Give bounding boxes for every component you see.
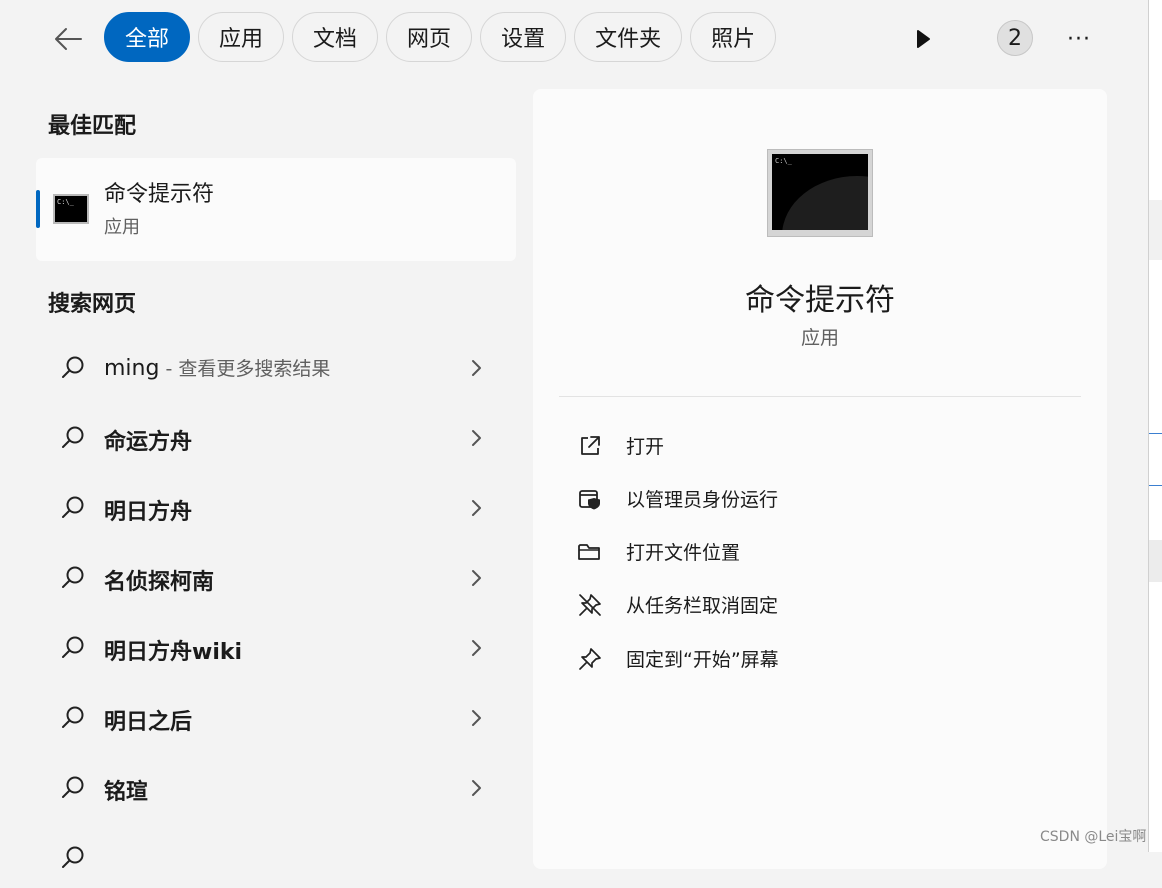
search-icon (62, 496, 84, 518)
web-result-item[interactable]: 明日方舟wiki (36, 618, 516, 678)
watermark: CSDN @Lei宝啊 (1040, 829, 1147, 845)
edge-block (1149, 200, 1162, 260)
action-open[interactable]: 打开 (559, 422, 1079, 468)
filter-tabs: 全部 应用 文档 网页 设置 文件夹 照片 (104, 12, 777, 64)
detail-app-type: 应用 (800, 327, 839, 349)
web-result-item[interactable]: 明日方舟 (36, 478, 516, 538)
best-match-heading: 最佳匹配 (48, 114, 137, 139)
chevron-right-icon (472, 640, 481, 656)
arrow-left-icon (55, 28, 82, 50)
command-prompt-icon: C:\_ (53, 194, 89, 224)
detail-app-name: 命令提示符 (745, 283, 895, 318)
search-icon (62, 636, 84, 658)
filter-photos[interactable]: 照片 (690, 12, 777, 62)
scroll-filters-button[interactable] (908, 24, 938, 54)
web-result-label: 明日方舟wiki (104, 640, 243, 665)
web-result-item[interactable]: 命运方舟 (36, 408, 516, 468)
chevron-right-icon (472, 360, 481, 376)
web-result-label: 名侦探柯南 (104, 570, 215, 595)
search-icon (62, 356, 84, 378)
search-icon (62, 776, 84, 798)
action-unpin-taskbar[interactable]: 从任务栏取消固定 (559, 581, 1079, 627)
command-prompt-large-icon: C:\_ (767, 149, 873, 237)
web-result-label: ming - 查看更多搜索结果 (104, 356, 331, 381)
action-pin-start[interactable]: 固定到“开始”屏幕 (559, 635, 1079, 681)
chevron-right-icon (472, 570, 481, 586)
detail-pane: C:\_ 命令提示符 应用 打开 以管理员身份运行 打开文件位置 从任务栏取消固… (533, 89, 1107, 869)
best-match-result[interactable]: C:\_ 命令提示符 应用 (36, 158, 516, 261)
chevron-right-icon (472, 430, 481, 446)
web-search-heading: 搜索网页 (48, 292, 137, 317)
back-button[interactable] (50, 22, 86, 56)
filter-apps[interactable]: 应用 (198, 12, 285, 62)
web-result-label: 明日方舟 (104, 500, 193, 525)
edge-block (1149, 540, 1162, 582)
rewards-badge[interactable]: 2 (997, 20, 1033, 56)
action-label: 以管理员身份运行 (626, 489, 779, 511)
search-icon (62, 566, 84, 588)
action-label: 打开 (626, 436, 665, 458)
filter-folders[interactable]: 文件夹 (574, 12, 683, 62)
action-label: 打开文件位置 (626, 542, 741, 564)
search-icon (62, 426, 84, 448)
web-result-label: 铭瑄 (104, 780, 149, 805)
pin-icon (579, 648, 601, 670)
filter-settings[interactable]: 设置 (480, 12, 567, 62)
chevron-right-icon (472, 710, 481, 726)
search-panel: 全部 应用 文档 网页 设置 文件夹 照片 2 ··· 最佳匹配 C:\_ 命令… (0, 0, 1148, 869)
best-match-type: 应用 (104, 217, 140, 238)
filter-web[interactable]: 网页 (386, 12, 473, 62)
background-window-edge (1148, 0, 1162, 852)
search-icon (62, 846, 84, 868)
chevron-right-icon (472, 780, 481, 796)
web-result-item[interactable]: 铭瑄 (36, 758, 516, 818)
selection-indicator (36, 190, 40, 228)
web-result-item[interactable]: 明日之后 (36, 688, 516, 748)
action-label: 从任务栏取消固定 (626, 595, 779, 617)
more-options-button[interactable]: ··· (1062, 24, 1096, 54)
folder-icon (578, 544, 600, 560)
play-icon (917, 30, 930, 48)
best-match-name: 命令提示符 (104, 182, 215, 207)
search-icon (62, 706, 84, 728)
divider (559, 396, 1081, 397)
chevron-right-icon (472, 500, 481, 516)
web-result-label: 命运方舟 (104, 430, 193, 455)
open-external-icon (581, 436, 600, 455)
action-run-as-admin[interactable]: 以管理员身份运行 (559, 475, 1079, 521)
action-open-file-location[interactable]: 打开文件位置 (559, 528, 1079, 574)
edge-line (1149, 433, 1162, 434)
web-result-item-partial[interactable] (36, 828, 516, 888)
filter-documents[interactable]: 文档 (292, 12, 379, 62)
admin-shield-icon (579, 490, 600, 510)
web-result-more[interactable]: ming - 查看更多搜索结果 (36, 338, 516, 398)
edge-line (1149, 485, 1162, 486)
unpin-icon (579, 594, 601, 616)
action-label: 固定到“开始”屏幕 (626, 649, 779, 671)
web-result-label: 明日之后 (104, 710, 193, 735)
web-result-item[interactable]: 名侦探柯南 (36, 548, 516, 608)
filter-all[interactable]: 全部 (104, 12, 191, 62)
